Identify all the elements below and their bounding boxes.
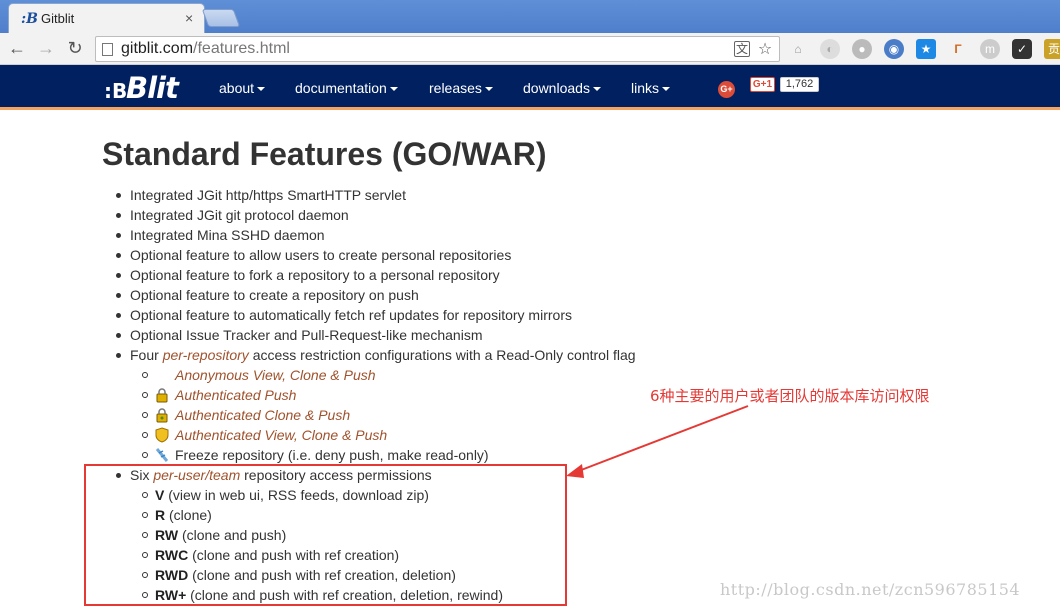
globe-extension-icon[interactable]: ◉ <box>884 39 904 59</box>
google-plus-icon[interactable]: G+ <box>718 81 735 98</box>
reload-icon[interactable]: ↻ <box>64 37 86 59</box>
circle-bullet-icon <box>142 392 148 398</box>
forward-arrow-icon[interactable]: → <box>35 37 57 59</box>
translate-icon[interactable]: 文 <box>734 41 750 57</box>
sub-list-item: Authenticated View, Clone & Push <box>112 425 812 445</box>
extra-extension-icon[interactable]: 贡 <box>1044 39 1060 59</box>
circle-bullet-icon <box>142 452 148 458</box>
google-plus-count: 1,762 <box>780 77 819 92</box>
circle-bullet-icon <box>142 372 148 378</box>
list-item: Optional feature to allow users to creat… <box>112 245 812 265</box>
google-plus-one-button[interactable]: G+1 <box>750 77 775 92</box>
tab-close-icon[interactable]: × <box>185 10 193 26</box>
annotation-text: 6种主要的用户或者团队的版本库访问权限 <box>650 387 930 405</box>
menu-downloads[interactable]: downloads <box>523 80 601 96</box>
list-item: Integrated JGit git protocol daemon <box>112 205 812 225</box>
page-title: Standard Features (GO/WAR) <box>102 136 547 172</box>
menu-documentation[interactable]: documentation <box>295 80 398 96</box>
list-item: Optional feature to fork a repository to… <box>112 265 812 285</box>
pocket-extension-icon[interactable]: ✓ <box>1012 39 1032 59</box>
logo-text: Blit <box>126 71 179 105</box>
circle-bullet-icon <box>142 432 148 438</box>
ruler-extension-icon[interactable]: Γ <box>948 39 968 59</box>
page-icon <box>102 43 113 56</box>
cold-icon <box>155 448 169 462</box>
shield-icon <box>155 427 169 443</box>
address-bar[interactable]: gitblit.com/features.html 文 ☆ <box>95 36 780 62</box>
circle-bullet-icon <box>142 412 148 418</box>
sub-list-item: Freeze repository (i.e. deny push, make … <box>112 445 812 465</box>
list-item: Integrated Mina SSHD daemon <box>112 225 812 245</box>
lock-icon <box>156 388 168 403</box>
browser-toolbar: ← → ↻ gitblit.com/features.html 文 ☆ ⌂ ◐ … <box>0 33 1060 65</box>
sitemap-extension-icon[interactable]: ⌂ <box>788 39 808 59</box>
menu-releases[interactable]: releases <box>429 80 493 96</box>
list-item-per-repository: Four per-repository access restriction c… <box>112 345 812 365</box>
m-extension-icon[interactable]: m <box>980 39 1000 59</box>
bookmark-star-icon[interactable]: ☆ <box>756 41 774 59</box>
site-navbar: :B Blit about documentation releases dow… <box>0 65 1060 110</box>
bookmark-extension-icon[interactable]: ★ <box>916 39 936 59</box>
list-item: Optional feature to create a repository … <box>112 285 812 305</box>
back-arrow-icon[interactable]: ← <box>6 37 28 59</box>
sub-list-item: Authenticated Clone & Push <box>112 405 812 425</box>
tab-title: Gitblit <box>41 11 75 26</box>
logo-glyph-icon: :B <box>104 79 128 103</box>
watermark: http://blog.csdn.net/zcn596785154 <box>720 580 1021 599</box>
sub-list-item: Anonymous View, Clone & Push <box>112 365 812 385</box>
address-url: gitblit.com/features.html <box>121 40 290 57</box>
list-item: Optional feature to automatically fetch … <box>112 305 812 325</box>
circle-extension-icon[interactable]: ◐ <box>820 39 840 59</box>
list-item: Integrated JGit http/https SmartHTTP ser… <box>112 185 812 205</box>
lock-icon <box>156 408 168 423</box>
menu-about[interactable]: about <box>219 80 266 96</box>
menu-links[interactable]: links <box>631 80 671 96</box>
annotation-box <box>84 464 567 606</box>
flame-extension-icon[interactable]: ● <box>852 39 872 59</box>
tab-strip: :B Gitblit × <box>0 0 1060 33</box>
list-item: Optional Issue Tracker and Pull-Request-… <box>112 325 812 345</box>
gitblit-favicon-icon: :B <box>21 11 39 27</box>
new-tab-button[interactable] <box>201 9 241 27</box>
tab-gitblit[interactable]: :B Gitblit × <box>8 3 205 33</box>
